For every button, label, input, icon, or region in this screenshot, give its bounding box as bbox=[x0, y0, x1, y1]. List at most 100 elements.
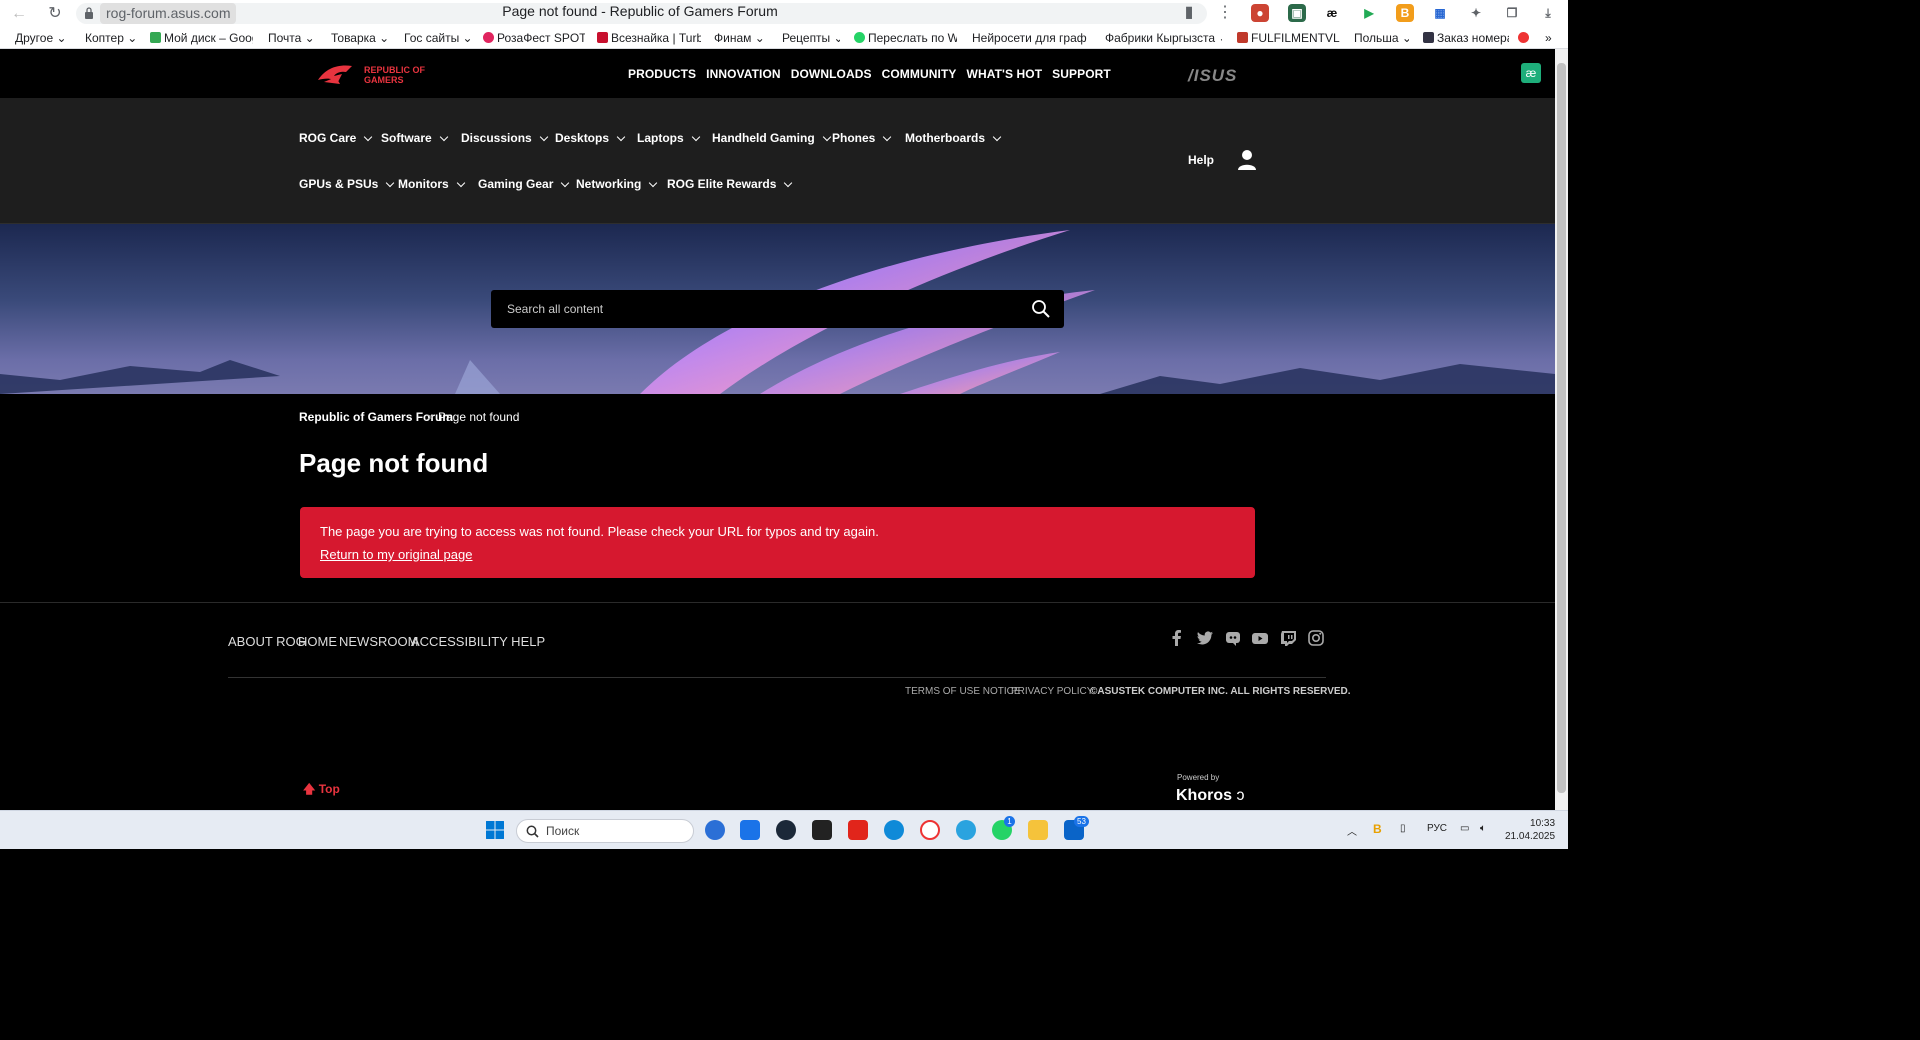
footer-newsroom[interactable]: NEWSROOM bbox=[339, 634, 418, 649]
cat-monitors[interactable]: Monitors bbox=[398, 177, 465, 191]
nav-products[interactable]: PRODUCTS bbox=[628, 67, 696, 81]
volume-icon[interactable]: 🔈︎ bbox=[1480, 823, 1486, 834]
ae-extension-badge[interactable]: æ bbox=[1521, 63, 1541, 83]
cat-software[interactable]: Software bbox=[381, 131, 448, 145]
bookmark-star-icon[interactable]: ▮ bbox=[1179, 3, 1199, 23]
cat-rog-care[interactable]: ROG Care bbox=[299, 131, 373, 145]
bookmark-link[interactable]: Переслать по Wh bbox=[854, 31, 957, 46]
page-scrollbar[interactable] bbox=[1555, 49, 1568, 810]
bookmark-link[interactable]: РозаФест SPOTW bbox=[483, 31, 585, 46]
bookmark-folder[interactable]: Товарка ⌄ bbox=[331, 31, 389, 46]
tray-expand-icon[interactable]: ︿ bbox=[1347, 823, 1357, 838]
footer-home[interactable]: HOME bbox=[298, 634, 337, 649]
youtube-icon[interactable] bbox=[1251, 629, 1269, 647]
bookmark-link[interactable]: Заказ номера bbox=[1423, 31, 1509, 46]
bookmark-folder[interactable]: Гос сайты ⌄ bbox=[404, 31, 474, 46]
starburst-app-icon[interactable] bbox=[812, 820, 832, 840]
footer-accessibility-help[interactable]: ACCESSIBILITY HELP bbox=[411, 634, 545, 649]
discord-icon[interactable] bbox=[1224, 629, 1242, 647]
extension-2-icon[interactable]: ▣ bbox=[1288, 4, 1306, 22]
extension-1-icon[interactable]: ● bbox=[1251, 4, 1269, 22]
cat-discussions[interactable]: Discussions bbox=[461, 131, 548, 145]
bookmarks-overflow-icon[interactable]: » bbox=[1545, 31, 1557, 46]
bookmark-folder[interactable]: Рецепты ⌄ bbox=[782, 31, 840, 46]
bookmark-folder[interactable]: Польша ⌄ bbox=[1354, 31, 1409, 46]
edge-app-icon[interactable] bbox=[884, 820, 904, 840]
nav-downloads[interactable]: DOWNLOADS bbox=[791, 67, 872, 81]
bookmark-folder[interactable]: Коптер ⌄ bbox=[85, 31, 145, 46]
cat-networking[interactable]: Networking bbox=[576, 177, 658, 191]
nav-whats-hot[interactable]: WHAT'S HOT bbox=[967, 67, 1043, 81]
extensions-puzzle-icon[interactable]: ✦ bbox=[1467, 4, 1485, 22]
cat-gaming-gear[interactable]: Gaming Gear bbox=[478, 177, 570, 191]
b-app-icon[interactable] bbox=[848, 820, 868, 840]
input-language[interactable]: РУС bbox=[1427, 823, 1447, 834]
chevron-down-icon bbox=[364, 132, 373, 142]
instagram-icon[interactable] bbox=[1307, 629, 1325, 647]
network-icon[interactable]: ▭ bbox=[1460, 823, 1469, 834]
rog-logo[interactable]: REPUBLIC OF GAMERS bbox=[316, 62, 451, 86]
help-link[interactable]: Help bbox=[1188, 153, 1214, 167]
khoros-logo[interactable]: Khoros ↄ bbox=[1176, 787, 1244, 805]
download-icon[interactable]: ⤓ bbox=[1539, 4, 1557, 22]
bookmark-link[interactable]: Всезнайка | Turbo bbox=[597, 31, 701, 46]
back-to-top-link[interactable]: 🡅 Top bbox=[303, 780, 340, 801]
bookmark-link[interactable]: FULFILMENTVL - bbox=[1237, 31, 1340, 46]
bookmark-folder[interactable]: Фабрики Кыргызста ⌄ bbox=[1105, 31, 1222, 46]
user-icon[interactable] bbox=[1237, 149, 1257, 171]
nav-innovation[interactable]: INNOVATION bbox=[706, 67, 781, 81]
search-input[interactable]: Search all content bbox=[507, 302, 603, 316]
error-alert: The page you are trying to access was no… bbox=[300, 507, 1255, 578]
yandex-browser-icon[interactable] bbox=[920, 820, 940, 840]
chevron-down-icon bbox=[992, 132, 1002, 142]
chevron-down-icon bbox=[616, 132, 626, 142]
bookmark-folder[interactable]: Почта ⌄ bbox=[268, 31, 316, 46]
search-bar[interactable]: Search all content bbox=[491, 290, 1064, 328]
extension-play-icon[interactable]: ▶ bbox=[1360, 4, 1378, 22]
tab-search-icon[interactable]: ❐ bbox=[1503, 4, 1521, 22]
menu-dots-icon[interactable]: ⋮ bbox=[1215, 3, 1235, 23]
tray-usb-icon[interactable]: ▯ bbox=[1400, 823, 1406, 834]
steam-app-icon[interactable] bbox=[776, 820, 796, 840]
taskbar-clock[interactable]: 10:33 21.04.2025 bbox=[1505, 817, 1555, 843]
return-original-page-link[interactable]: Return to my original page bbox=[320, 547, 472, 562]
bookmark-link[interactable]: Мой диск – Googl bbox=[150, 31, 253, 46]
cat-laptops[interactable]: Laptops bbox=[637, 131, 700, 145]
footer-about-rog[interactable]: ABOUT ROG bbox=[228, 634, 306, 649]
cat-gpus-psus[interactable]: GPUs & PSUs bbox=[299, 177, 395, 191]
breadcrumb-current: Page not found bbox=[438, 410, 520, 424]
bookmark-folder[interactable]: Другое ⌄ bbox=[15, 31, 70, 46]
extension-grid-icon[interactable]: ▦ bbox=[1431, 4, 1449, 22]
cat-handheld-gaming[interactable]: Handheld Gaming bbox=[712, 131, 831, 145]
zoom-app-icon[interactable] bbox=[705, 820, 725, 840]
search-icon[interactable] bbox=[1031, 299, 1051, 319]
bookmark-folder[interactable]: Финам ⌄ bbox=[714, 31, 766, 46]
search-icon bbox=[526, 825, 539, 838]
facebook-icon[interactable] bbox=[1168, 629, 1186, 647]
cat-rog-elite-rewards[interactable]: ROG Elite Rewards bbox=[667, 177, 793, 191]
store-app-icon[interactable] bbox=[740, 820, 760, 840]
bookmark-yandex-icon[interactable] bbox=[1518, 31, 1532, 46]
scrollbar-thumb[interactable] bbox=[1557, 63, 1566, 793]
extension-ae-icon[interactable]: æ bbox=[1323, 4, 1341, 22]
windows-start-icon[interactable] bbox=[485, 820, 505, 840]
cat-phones[interactable]: Phones bbox=[832, 131, 892, 145]
nav-community[interactable]: COMMUNITY bbox=[882, 67, 957, 81]
privacy-policy-link[interactable]: PRIVACY POLICY bbox=[1011, 686, 1093, 697]
twitter-icon[interactable] bbox=[1196, 629, 1214, 647]
mail-badge: 53 bbox=[1074, 816, 1089, 827]
extension-b-icon[interactable]: B bbox=[1396, 4, 1414, 22]
cat-motherboards[interactable]: Motherboards bbox=[905, 131, 1002, 145]
cat-desktops[interactable]: Desktops bbox=[555, 131, 626, 145]
tray-b-icon[interactable]: B bbox=[1373, 822, 1382, 836]
bookmark-folder[interactable]: Нейросети для граф ⌄ bbox=[972, 31, 1089, 46]
fulfilment-icon bbox=[1237, 32, 1248, 43]
nav-support[interactable]: SUPPORT bbox=[1052, 67, 1111, 81]
twitch-icon[interactable] bbox=[1279, 629, 1297, 647]
taskbar-search[interactable]: Поиск bbox=[516, 819, 694, 843]
arrow-up-icon: 🡅 bbox=[303, 782, 316, 796]
terms-of-use-link[interactable]: TERMS OF USE NOTICE bbox=[905, 686, 1021, 697]
file-explorer-icon[interactable] bbox=[1028, 820, 1048, 840]
telegram-app-icon[interactable] bbox=[956, 820, 976, 840]
asus-logo[interactable]: /ISUS bbox=[1188, 66, 1237, 86]
